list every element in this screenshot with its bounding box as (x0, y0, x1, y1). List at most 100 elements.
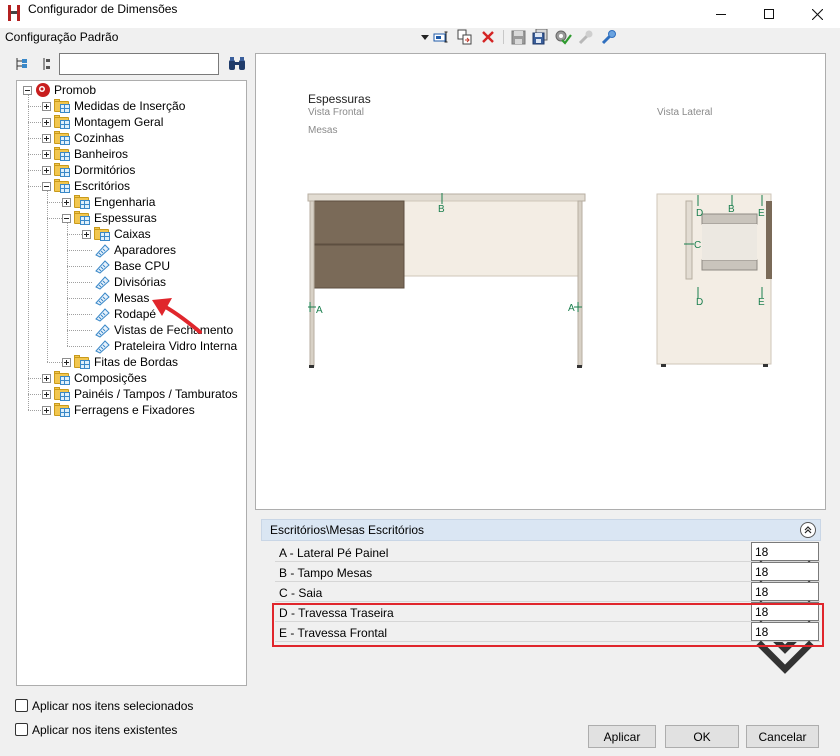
window-title: Configurador de Dimensões (28, 2, 178, 16)
tree-item-label: Montagem Geral (74, 115, 164, 129)
save-button[interactable] (509, 28, 527, 46)
tree-item-label: Escritórios (74, 179, 131, 193)
tree-item-label: Fitas de Bordas (94, 355, 179, 369)
tree-item-composicoes[interactable]: Composições (42, 370, 147, 386)
property-label: A - Lateral Pé Painel (279, 546, 389, 560)
expand-toggle[interactable] (42, 101, 51, 111)
tree-item-caixas[interactable]: Caixas (82, 226, 151, 242)
tree-item-aparadores[interactable]: Aparadores (94, 242, 176, 258)
front-view-label: Vista Frontal (308, 107, 364, 118)
tree-item-ferragens-e-fixadores[interactable]: Ferragens e Fixadores (42, 402, 195, 418)
measure-tag-icon (95, 291, 110, 306)
tree-item-fitas-de-bordas[interactable]: Fitas de Bordas (62, 354, 178, 370)
folder-icon (54, 146, 71, 161)
folder-icon (94, 226, 111, 241)
property-value-select[interactable]: 18 (751, 542, 819, 594)
tree-item-label: Espessuras (94, 211, 157, 225)
preview-item-label: Mesas (308, 125, 337, 136)
dim-c: C (694, 240, 701, 251)
property-value: 18 (755, 585, 769, 599)
tool-link-icon (601, 30, 616, 45)
tree-item-engenharia[interactable]: Engenharia (62, 194, 155, 210)
tool-link-button[interactable] (600, 28, 618, 46)
apply-settings-icon (555, 30, 572, 45)
tree-item-cozinhas[interactable]: Cozinhas (42, 130, 124, 146)
save-icon (511, 30, 525, 44)
tree-item-label: Engenharia (94, 195, 156, 209)
tree-item-label: Composições (74, 371, 147, 385)
tree-item-promob[interactable]: Promob (23, 82, 96, 98)
tree-item-escritorios[interactable]: Escritórios (42, 178, 130, 194)
property-value-select[interactable]: 18 (751, 562, 819, 614)
expand-toggle[interactable] (42, 117, 51, 127)
dim-b-side: B (728, 204, 735, 215)
rename-button[interactable] (432, 28, 450, 46)
tree-item-espessuras[interactable]: Espessuras (62, 210, 157, 226)
ok-button[interactable]: OK (665, 725, 739, 748)
expand-toggle[interactable] (42, 165, 51, 175)
measure-tag-icon (95, 259, 110, 274)
expand-toggle[interactable] (42, 149, 51, 159)
apply-settings-button[interactable] (554, 28, 572, 46)
close-button[interactable] (794, 0, 840, 28)
dim-a-right: A (568, 303, 575, 314)
tree-item-base-cpu[interactable]: Base CPU (94, 258, 170, 274)
app-icon (8, 5, 20, 21)
dim-a-left: A (316, 305, 323, 316)
apply-selected-checkbox[interactable] (15, 699, 28, 712)
tree-item-medidas-de-insercao[interactable]: Medidas de Inserção (42, 98, 185, 114)
tree-item-label: Banheiros (74, 147, 129, 161)
maximize-button[interactable] (746, 0, 792, 28)
measure-tag-icon (95, 307, 110, 322)
expand-toggle[interactable] (42, 389, 51, 399)
expand-toggle[interactable] (62, 197, 71, 207)
property-row-b: B - Tampo Mesas 18 (275, 562, 820, 614)
tree-panel[interactable]: Promob Medidas de Inserção Montagem Gera… (16, 80, 247, 686)
delete-button[interactable] (479, 28, 497, 46)
dim-b-front: B (438, 204, 445, 215)
property-row-a: A - Lateral Pé Painel 18 (275, 542, 820, 594)
toolbar-separator (503, 30, 504, 44)
save-as-button[interactable] (531, 28, 549, 46)
apply-existing-label: Aplicar nos itens existentes (32, 723, 178, 737)
tree-item-paineis-tampos-tamburatos[interactable]: Painéis / Tampos / Tamburatos (42, 386, 238, 402)
folder-icon (54, 178, 71, 193)
front-view-desk (307, 193, 586, 368)
tree-item-label: Divisórias (114, 275, 167, 289)
copy-button[interactable] (456, 28, 474, 46)
collapse-tree-button[interactable] (37, 54, 55, 74)
cancel-button[interactable]: Cancelar (746, 725, 819, 748)
collapse-toggle[interactable] (62, 213, 71, 223)
expand-toggle[interactable] (42, 373, 51, 383)
tree-item-banheiros[interactable]: Banheiros (42, 146, 128, 162)
tree-item-divisorias[interactable]: Divisórias (94, 274, 166, 290)
tree-search-input[interactable] (59, 53, 219, 75)
property-label: C - Saia (279, 586, 323, 600)
highlight-annotation-box (272, 603, 824, 647)
copy-icon (457, 29, 472, 45)
minimize-button[interactable] (698, 0, 744, 28)
property-label: B - Tampo Mesas (279, 566, 373, 580)
tree-item-dormitorios[interactable]: Dormitórios (42, 162, 135, 178)
tree-item-label: Aparadores (114, 243, 177, 257)
binoculars-icon (229, 57, 245, 70)
collapse-toggle[interactable] (42, 181, 51, 191)
collapse-toggle[interactable] (23, 85, 32, 95)
expand-toggle[interactable] (42, 133, 51, 143)
find-button[interactable] (227, 54, 247, 74)
tree-item-rodape[interactable]: Rodapé (94, 306, 156, 322)
tree-item-montagem-geral[interactable]: Montagem Geral (42, 114, 163, 130)
expand-toggle[interactable] (62, 357, 71, 367)
collapse-properties-button[interactable] (800, 522, 816, 538)
tree-item-mesas[interactable]: Mesas (94, 290, 149, 306)
expand-tree-button[interactable] (13, 54, 31, 74)
apply-existing-checkbox[interactable] (15, 723, 28, 736)
apply-button[interactable]: Aplicar (588, 725, 656, 748)
expand-toggle[interactable] (82, 229, 91, 239)
expand-toggle[interactable] (42, 405, 51, 415)
maximize-icon (764, 9, 774, 19)
title-bar: Configurador de Dimensões (0, 0, 840, 28)
property-value-select[interactable]: 18 (751, 582, 819, 634)
property-row-c: C - Saia 18 (275, 582, 820, 634)
tool-disabled-button[interactable] (577, 28, 595, 46)
